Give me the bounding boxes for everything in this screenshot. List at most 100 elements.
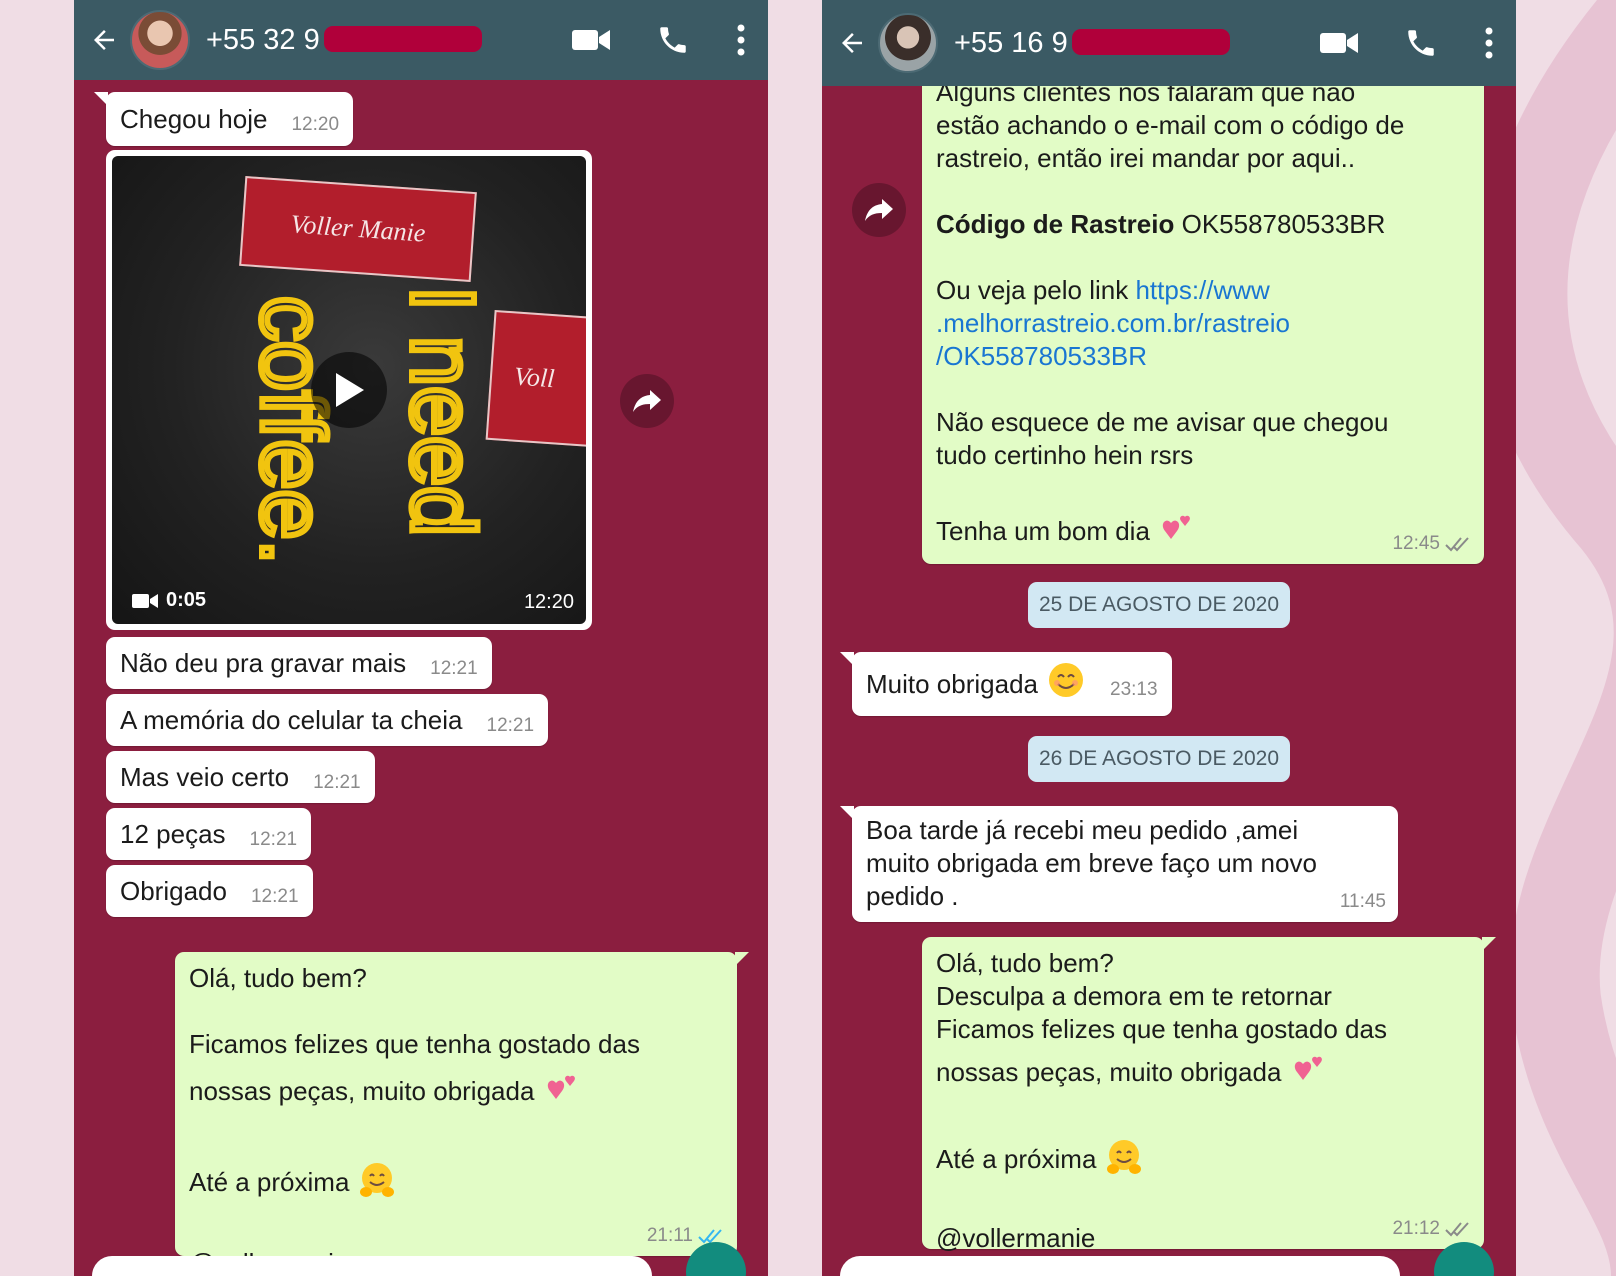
message-time: 21:11 xyxy=(646,1225,693,1246)
incoming-message[interactable]: Boa tarde já recebi meu pedido ,amei mui… xyxy=(840,806,1398,922)
contact-number[interactable]: +55 16 9 xyxy=(954,27,1230,60)
outgoing-message[interactable]: Olá, tudo bem? Ficamos felizes que tenha… xyxy=(175,952,749,1276)
message-text: estão achando o e-mail com o código de xyxy=(936,110,1405,140)
message-time: 12:21 xyxy=(313,771,361,793)
message-text: Ficamos felizes que tenha gostado das xyxy=(189,1029,640,1059)
more-vert-icon[interactable] xyxy=(736,24,746,56)
forward-icon[interactable] xyxy=(852,183,906,237)
message-text: Até a próxima xyxy=(936,1143,1097,1174)
message-text: Muito obrigada xyxy=(866,668,1038,699)
message-text: Mas veio certo xyxy=(120,761,290,792)
message-status: 21:12 xyxy=(1392,1212,1472,1245)
smiling-face-emoji xyxy=(1046,660,1086,708)
message-time: 12:21 xyxy=(486,714,535,736)
incoming-message[interactable]: Obrigado 12:21 xyxy=(106,865,313,917)
message-time: 12:20 xyxy=(523,591,574,613)
video-camera-icon xyxy=(132,593,158,608)
outgoing-message[interactable]: Alguns clientes nos falaram que não estã… xyxy=(922,70,1484,564)
message-input[interactable] xyxy=(92,1256,652,1276)
message-text: Tenha um bom dia xyxy=(936,515,1150,546)
video-call-icon[interactable] xyxy=(572,27,610,53)
bubble-tail xyxy=(840,806,854,820)
message-text: 12 peças xyxy=(120,818,226,849)
two-hearts-emoji xyxy=(1157,509,1197,557)
video-message[interactable]: coffee. I need Voller Manie Voll 0:05 12… xyxy=(106,150,592,630)
incoming-message[interactable]: Não deu pra gravar mais 12:21 xyxy=(106,637,492,689)
date-separator: 26 DE AGOSTO DE 2020 xyxy=(1028,736,1290,782)
double-check-icon xyxy=(1445,1221,1469,1236)
phone-icon[interactable] xyxy=(656,23,690,57)
message-time: 23:13 xyxy=(1110,678,1158,700)
double-check-icon xyxy=(1445,536,1469,551)
message-time: 12:45 xyxy=(1392,533,1440,554)
video-thumbnail[interactable]: coffee. I need Voller Manie Voll 0:05 12… xyxy=(112,156,586,624)
tracking-link[interactable]: /OK558780533BR xyxy=(936,340,1470,373)
message-text: A memória do celular ta cheia xyxy=(120,704,463,735)
message-text: Boa tarde já recebi meu pedido ,amei xyxy=(866,815,1299,845)
chat-screen-right: Alguns clientes nos falaram que não estã… xyxy=(822,0,1516,1276)
back-arrow-icon[interactable] xyxy=(832,23,872,63)
brand-tag: Voller Manie xyxy=(239,176,477,282)
chat-header: +55 16 9 xyxy=(822,0,1516,86)
message-text: Ou veja pelo link xyxy=(936,275,1129,305)
two-hearts-emoji xyxy=(542,1069,582,1117)
message-time: 21:12 xyxy=(1392,1218,1440,1239)
message-text: rastreio, então irei mandar por aqui.. xyxy=(936,143,1356,173)
message-text: Olá, tudo bem? xyxy=(936,948,1114,978)
incoming-message[interactable]: 12 peças 12:21 xyxy=(106,808,312,860)
more-vert-icon[interactable] xyxy=(1484,27,1494,59)
chat-header: +55 32 9 xyxy=(74,0,768,80)
message-time: 12:21 xyxy=(250,885,299,907)
shirt-print-text: coffee. xyxy=(242,296,342,565)
message-text: Não deu pra gravar mais xyxy=(120,647,407,678)
outgoing-message[interactable]: Olá, tudo bem? Desculpa a demora em te r… xyxy=(922,937,1496,1253)
forward-icon[interactable] xyxy=(620,374,674,428)
chat-screen-left: +55 32 9 Chegou hoje 12:20 coffee. I nee… xyxy=(74,0,768,1276)
contact-avatar[interactable] xyxy=(130,10,190,70)
brand-tag-partial: Voll xyxy=(485,309,586,449)
message-text: @vollermanie xyxy=(936,1223,1096,1253)
incoming-message[interactable]: Mas veio certo 12:21 xyxy=(106,751,375,803)
contact-number[interactable]: +55 32 9 xyxy=(206,24,482,57)
bubble-tail xyxy=(840,652,854,666)
message-text: Obrigado xyxy=(120,875,227,906)
message-text: Não esquece de me avisar que chegou xyxy=(936,407,1389,437)
message-text: Olá, tudo bem? xyxy=(189,963,367,993)
hugging-face-emoji xyxy=(357,1160,397,1208)
message-text: nossas peças, muito obrigada xyxy=(936,1056,1282,1087)
message-time: 12:21 xyxy=(430,657,478,679)
message-time: 12:21 xyxy=(249,828,298,850)
phone-icon[interactable] xyxy=(1404,26,1438,60)
tracking-link[interactable]: .melhorrastreio.com.br/rastreio xyxy=(936,307,1470,340)
bubble-tail xyxy=(1482,937,1496,951)
shirt-print-text: I need xyxy=(392,286,492,536)
tracking-code-label: Código de Rastreio xyxy=(936,209,1175,239)
bubble-tail xyxy=(94,92,108,106)
tracking-link[interactable]: https://www xyxy=(1135,275,1269,305)
play-icon[interactable] xyxy=(311,352,387,428)
date-separator: 25 DE AGOSTO DE 2020 xyxy=(1028,582,1290,628)
redaction-bar xyxy=(323,25,482,52)
bubble-tail xyxy=(735,952,749,966)
redaction-bar xyxy=(1071,28,1230,55)
message-time: 12:20 xyxy=(291,113,340,135)
message-text: Ficamos felizes que tenha gostado das xyxy=(936,1014,1387,1044)
message-text: nossas peças, muito obrigada xyxy=(189,1075,535,1106)
message-text: Desculpa a demora em te retornar xyxy=(936,981,1332,1011)
message-status: 12:45 xyxy=(1392,527,1472,560)
back-arrow-icon[interactable] xyxy=(84,20,124,60)
message-time: 11:45 xyxy=(1339,891,1386,912)
video-call-icon[interactable] xyxy=(1320,30,1358,56)
message-input[interactable] xyxy=(840,1256,1400,1276)
message-text: Até a próxima xyxy=(189,1166,350,1197)
incoming-message[interactable]: A memória do celular ta cheia 12:21 xyxy=(106,694,549,746)
tracking-code: OK558780533BR xyxy=(1181,209,1386,239)
video-duration: 0:05 xyxy=(132,589,206,612)
contact-avatar[interactable] xyxy=(878,13,938,73)
message-text: pedido . xyxy=(866,881,959,911)
message-text: Chegou hoje xyxy=(120,103,268,134)
incoming-message[interactable]: Chegou hoje 12:20 xyxy=(94,92,354,146)
incoming-message[interactable]: Muito obrigada 23:13 xyxy=(840,652,1172,716)
hugging-face-emoji xyxy=(1104,1137,1144,1185)
two-hearts-emoji xyxy=(1289,1050,1329,1098)
